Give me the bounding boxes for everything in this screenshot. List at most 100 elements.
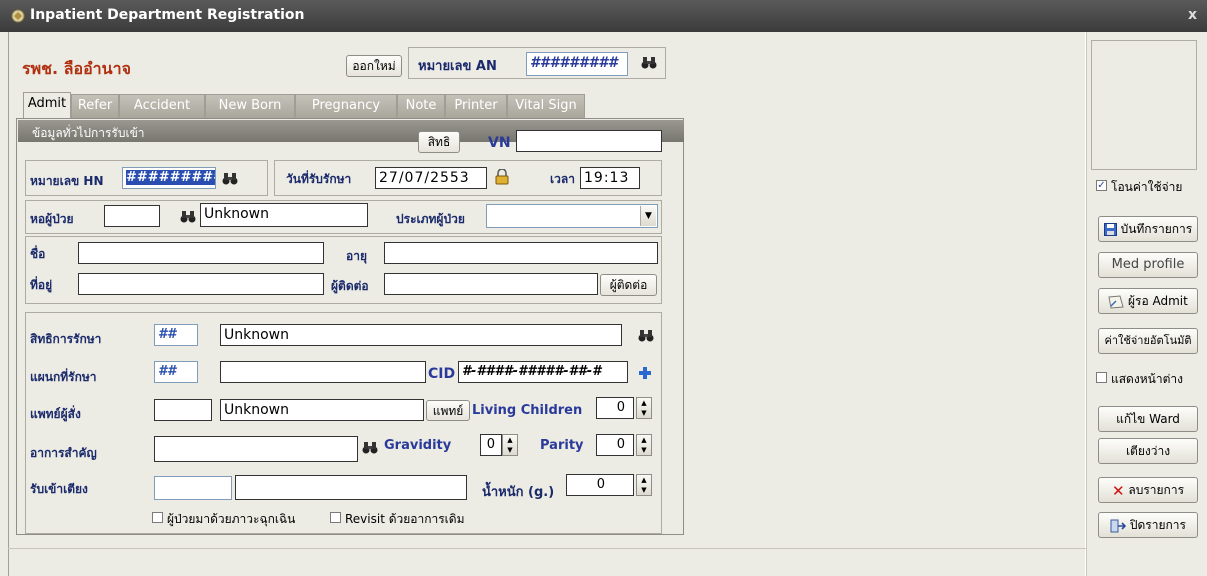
delete-x-icon: ✕ <box>1111 481 1125 500</box>
age-label: อายุ <box>346 249 367 263</box>
department-label: แผนกที่รักษา <box>30 370 97 384</box>
symptom-input[interactable] <box>154 436 358 462</box>
ward-label: หอผู้ป่วย <box>30 212 74 226</box>
tab-printer[interactable]: Printer <box>445 94 507 118</box>
gravidity-stepper[interactable]: ▲ ▼ <box>502 434 518 456</box>
app-icon <box>11 9 25 23</box>
bottom-separator <box>8 548 1086 549</box>
parity-stepper[interactable]: ▲ ▼ <box>636 434 652 456</box>
treatment-right-code[interactable]: ## <box>154 324 198 346</box>
doctor-button[interactable]: แพทย์ <box>426 400 470 421</box>
contact-label: ผู้ติดต่อ <box>331 279 369 293</box>
an-input[interactable]: ######### <box>526 52 628 76</box>
tab-admit[interactable]: Admit <box>23 92 71 120</box>
name-input[interactable] <box>78 242 324 264</box>
exit-door-icon <box>1110 519 1127 532</box>
admit-date-label: วันที่รับรักษา <box>286 172 352 186</box>
doctor-label: แพทย์ผู้สั่ง <box>30 407 81 421</box>
cid-input[interactable]: #-####-#####-##-# <box>458 361 628 383</box>
close-record-label: ปิดรายการ <box>1129 518 1186 532</box>
department-name[interactable] <box>220 361 426 383</box>
time-input[interactable]: 19:13 <box>580 167 640 189</box>
binoculars-icon[interactable] <box>222 172 238 186</box>
bed-code-input[interactable] <box>154 476 232 500</box>
bed-name-input[interactable] <box>235 475 467 500</box>
group-title: ข้อมูลทั่วไปการรับเข้า <box>32 126 145 140</box>
treatment-right-label: สิทธิการรักษา <box>30 332 102 346</box>
title-bar: Inpatient Department Registration x <box>0 0 1207 32</box>
hn-value: ######### <box>126 170 215 185</box>
patient-type-select[interactable]: ▼ <box>486 204 658 228</box>
transfer-cost-label: โอนค่าใช้จ่าย <box>1111 180 1183 194</box>
empty-bed-button[interactable]: เตียงว่าง <box>1098 438 1198 464</box>
plus-icon[interactable] <box>638 366 652 380</box>
binoculars-icon[interactable] <box>638 329 654 343</box>
gravidity-input[interactable]: 0 <box>480 434 502 456</box>
chevron-down-icon[interactable]: ▼ <box>640 206 656 226</box>
edit-ward-button[interactable]: แก้ไข Ward <box>1098 406 1198 432</box>
window-title: Inpatient Department Registration <box>30 7 305 23</box>
right-separator <box>1085 32 1087 576</box>
revisit-label: Revisit ด้วยอาการเดิม <box>345 512 465 526</box>
hn-input[interactable]: ######### <box>122 167 216 189</box>
med-profile-button[interactable]: Med profile <box>1098 252 1198 278</box>
hospital-name: รพช. ลืออำนาจ <box>22 59 131 78</box>
rights-button[interactable]: สิทธิ <box>418 131 460 153</box>
tab-pregnancy[interactable]: Pregnancy <box>295 94 397 118</box>
weight-label: น้ำหนัก (g.) <box>482 485 555 500</box>
department-code[interactable]: ## <box>154 361 198 383</box>
new-record-button[interactable]: ออกใหม่ <box>346 55 402 77</box>
doctor-name-input[interactable]: Unknown <box>220 399 424 421</box>
binoculars-icon[interactable] <box>362 441 378 455</box>
delete-button-label: ลบรายการ <box>1128 483 1185 497</box>
note-icon <box>1108 294 1124 309</box>
close-icon[interactable]: x <box>1188 7 1197 23</box>
bed-label: รับเข้าเตียง <box>30 482 88 496</box>
ward-code-input[interactable] <box>104 205 160 227</box>
living-children-input[interactable]: 0 <box>596 397 634 419</box>
floppy-icon <box>1103 223 1117 236</box>
show-window-checkbox[interactable] <box>1096 372 1107 383</box>
emergency-label: ผู้ป่วยมาด้วยภาวะฉุกเฉิน <box>167 512 296 526</box>
living-children-label: Living Children <box>472 403 583 418</box>
tab-refer[interactable]: Refer <box>71 94 119 118</box>
vn-label: VN <box>488 135 511 151</box>
tab-accident[interactable]: Accident <box>119 94 205 118</box>
auto-cost-button[interactable]: ค่าใช้จ่ายอัตโนมัติ <box>1098 328 1198 354</box>
lock-icon[interactable] <box>495 169 509 185</box>
binoculars-icon[interactable] <box>641 56 657 70</box>
an-label: หมายเลข AN <box>418 59 497 74</box>
save-button-label: บันทึกรายการ <box>1120 222 1193 236</box>
emergency-checkbox[interactable] <box>152 512 163 523</box>
delete-button[interactable]: ✕ ลบรายการ <box>1098 477 1198 503</box>
tab-note[interactable]: Note <box>397 94 445 118</box>
vn-input[interactable] <box>516 130 662 152</box>
save-button[interactable]: บันทึกรายการ <box>1098 216 1198 242</box>
tab-vital-sign[interactable]: Vital Sign <box>507 94 585 118</box>
binoculars-icon[interactable] <box>180 210 196 224</box>
age-input[interactable] <box>384 242 658 264</box>
treatment-right-name[interactable]: Unknown <box>220 324 622 346</box>
transfer-cost-checkbox[interactable]: ✓ <box>1096 180 1107 191</box>
name-label: ชื่อ <box>30 247 46 261</box>
photo-area <box>1091 40 1197 170</box>
parity-input[interactable]: 0 <box>596 434 634 456</box>
contact-button[interactable]: ผู้ติดต่อ <box>600 274 657 296</box>
address-label: ที่อยู่ <box>30 278 53 292</box>
contact-input[interactable] <box>384 273 598 295</box>
living-children-stepper[interactable]: ▲ ▼ <box>636 397 652 419</box>
weight-input[interactable]: 0 <box>566 474 634 496</box>
address-input[interactable] <box>78 273 324 295</box>
tab-new-born[interactable]: New Born <box>205 94 295 118</box>
gravidity-label: Gravidity <box>384 438 452 453</box>
doctor-code-input[interactable] <box>154 399 212 421</box>
admit-date-input[interactable]: 27/07/2553 <box>375 167 487 189</box>
waiting-admit-button[interactable]: ผู้รอ Admit <box>1098 288 1198 314</box>
ward-name-input[interactable]: Unknown <box>200 203 368 227</box>
parity-label: Parity <box>540 438 584 453</box>
waiting-admit-label: ผู้รอ Admit <box>1127 294 1188 308</box>
weight-stepper[interactable]: ▲ ▼ <box>636 474 652 496</box>
revisit-checkbox[interactable] <box>330 512 341 523</box>
close-record-button[interactable]: ปิดรายการ <box>1098 512 1198 538</box>
patient-type-label: ประเภทผู้ป่วย <box>396 212 465 226</box>
